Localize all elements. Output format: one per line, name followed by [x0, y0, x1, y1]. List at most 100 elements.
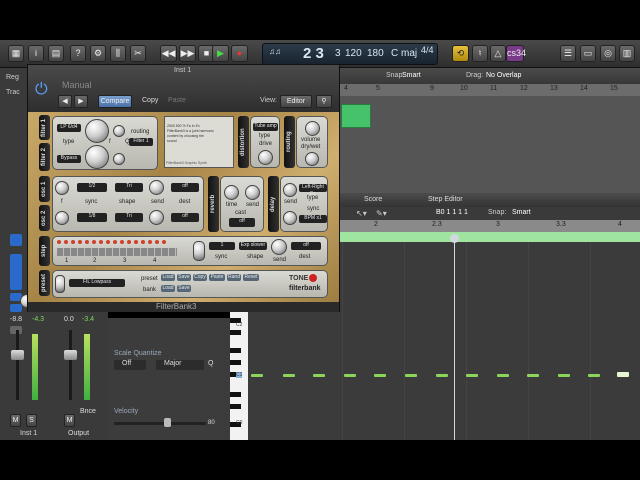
step-value-bars[interactable] — [57, 248, 177, 256]
step-led[interactable] — [99, 240, 103, 244]
info-icon[interactable]: i — [28, 45, 44, 62]
step-send-knob[interactable] — [271, 239, 287, 255]
filter1-frequency-knob[interactable] — [85, 119, 109, 143]
drive-knob[interactable] — [258, 150, 273, 165]
bus-slot-2[interactable] — [10, 304, 22, 312]
step-led[interactable] — [141, 240, 145, 244]
osc1-tab[interactable]: osc 1 — [39, 176, 50, 202]
delay-type-display[interactable]: Left-Right Ec — [299, 184, 327, 197]
filter-type-display[interactable]: LP 6/d4 — [57, 124, 81, 132]
tracks-ruler[interactable]: 4 5 9 10 11 12 13 14 15 — [340, 84, 640, 96]
playhead-handle-icon[interactable] — [450, 234, 459, 243]
delay-feedback-knob[interactable] — [283, 211, 297, 225]
step-led[interactable] — [155, 240, 159, 244]
toolbar-icon[interactable]: ▤ — [48, 45, 64, 62]
volume-knob[interactable] — [305, 121, 320, 136]
strip1-solo-button[interactable]: S — [26, 414, 37, 427]
osc1-shape-display[interactable]: Tri — [115, 183, 143, 192]
record-button[interactable]: ● — [231, 45, 248, 62]
bank-save-button[interactable]: Save — [177, 285, 191, 292]
rewind-button[interactable]: ◀◀ — [160, 45, 177, 62]
filter2-tab[interactable]: filter 2 — [39, 143, 50, 171]
prev-preset-button[interactable]: ◀ — [58, 95, 72, 108]
step-dest-display[interactable]: off — [291, 242, 321, 250]
midi-note[interactable] — [405, 374, 417, 377]
browser-icon[interactable]: ▥ — [619, 45, 635, 62]
delay-sync-display[interactable]: BPM x1 — [299, 215, 327, 223]
step-led[interactable] — [57, 240, 61, 244]
snap-select[interactable]: Smart — [402, 72, 421, 79]
bypass-button[interactable]: Bypass — [57, 155, 81, 163]
osc2-tab[interactable]: osc 2 — [39, 205, 50, 231]
next-preset-button[interactable]: ▶ — [74, 95, 88, 108]
list-editors-icon[interactable]: ☰ — [560, 45, 576, 62]
step-led[interactable] — [120, 240, 124, 244]
black-key[interactable] — [230, 392, 241, 397]
tab-score[interactable]: Score — [364, 196, 382, 203]
black-key[interactable] — [230, 404, 241, 409]
filter2-q-knob[interactable] — [113, 153, 125, 165]
routing-select[interactable]: Filter 1 — [129, 138, 153, 146]
preset-reset-button[interactable]: Reset — [243, 274, 259, 281]
black-key[interactable] — [230, 330, 241, 335]
osc2-dest-display[interactable]: off — [171, 213, 199, 222]
osc1-freq-knob[interactable] — [55, 181, 69, 195]
view-select[interactable]: Editor — [280, 95, 312, 108]
step-led[interactable] — [162, 240, 166, 244]
step-led[interactable] — [71, 240, 75, 244]
step-led[interactable] — [64, 240, 68, 244]
preset-copy-button[interactable]: Copy — [193, 274, 207, 281]
step-led[interactable] — [92, 240, 96, 244]
delay-send-knob[interactable] — [283, 183, 297, 197]
filter2-frequency-knob[interactable] — [85, 145, 109, 169]
play-button[interactable]: ▶ — [212, 45, 229, 62]
step-led[interactable] — [127, 240, 131, 244]
step-shape-display[interactable]: Exp slower — [239, 242, 267, 250]
midi-note[interactable] — [283, 374, 295, 377]
tuner-icon[interactable]: ♮ — [472, 45, 488, 62]
midi-note[interactable] — [527, 374, 539, 377]
midi-note[interactable] — [588, 374, 600, 377]
forward-button[interactable]: ▶▶ — [179, 45, 196, 62]
midi-region[interactable] — [341, 104, 371, 128]
lcd-display[interactable]: ♫♫ 2 3 3 120 180 C maj 4/4 — [262, 43, 438, 65]
osc1-sync-display[interactable]: 1/2 — [77, 183, 107, 192]
track-inspector-label[interactable]: Trac — [6, 89, 20, 96]
preset-scroll-handle[interactable] — [55, 275, 65, 293]
filter1-q-knob[interactable] — [113, 125, 125, 137]
help-icon[interactable]: ? — [70, 45, 86, 62]
osc1-dest-display[interactable]: off — [171, 183, 199, 192]
notepad-icon[interactable]: ▭ — [580, 45, 596, 62]
drag-select[interactable]: No Overlap — [486, 72, 521, 79]
distortion-tab[interactable]: distortion — [238, 116, 249, 168]
scale-type-select[interactable]: Major — [156, 360, 204, 370]
midi-note-selected[interactable] — [617, 372, 629, 377]
link-icon[interactable]: ⚲ — [316, 95, 332, 108]
step-led[interactable] — [78, 240, 82, 244]
reverb-off-display[interactable]: off — [229, 218, 255, 227]
midi-note[interactable] — [558, 374, 570, 377]
step-tab[interactable]: step — [39, 236, 50, 266]
drywet-knob[interactable] — [305, 152, 319, 166]
midi-note[interactable] — [251, 374, 263, 377]
setting-slot[interactable] — [10, 234, 22, 246]
reverb-tab[interactable]: reverb — [208, 176, 219, 232]
mixer-icon[interactable]: ⫼ — [110, 45, 126, 62]
scale-root-select[interactable]: Off — [114, 360, 146, 370]
preset-name[interactable]: Manual — [62, 80, 92, 90]
step-led[interactable] — [106, 240, 110, 244]
preset-tab[interactable]: preset — [39, 270, 50, 296]
step-sync-display[interactable]: 1 — [209, 242, 235, 250]
velocity-slider-thumb[interactable] — [164, 418, 171, 427]
midi-note[interactable] — [466, 374, 478, 377]
cycle-icon[interactable]: ⟲ — [452, 45, 469, 62]
pointer-tool-icon[interactable]: ↖▾ — [356, 209, 367, 218]
bounce-label[interactable]: Bnce — [80, 408, 96, 415]
step-led[interactable] — [134, 240, 138, 244]
midi-note[interactable] — [497, 374, 509, 377]
loop-browser-icon[interactable]: ◎ — [600, 45, 616, 62]
midi-note[interactable] — [313, 374, 325, 377]
region-inspector-label[interactable]: Reg — [6, 74, 19, 81]
eq-slot[interactable] — [10, 254, 22, 290]
strip2-mute-button[interactable]: M — [64, 414, 75, 427]
